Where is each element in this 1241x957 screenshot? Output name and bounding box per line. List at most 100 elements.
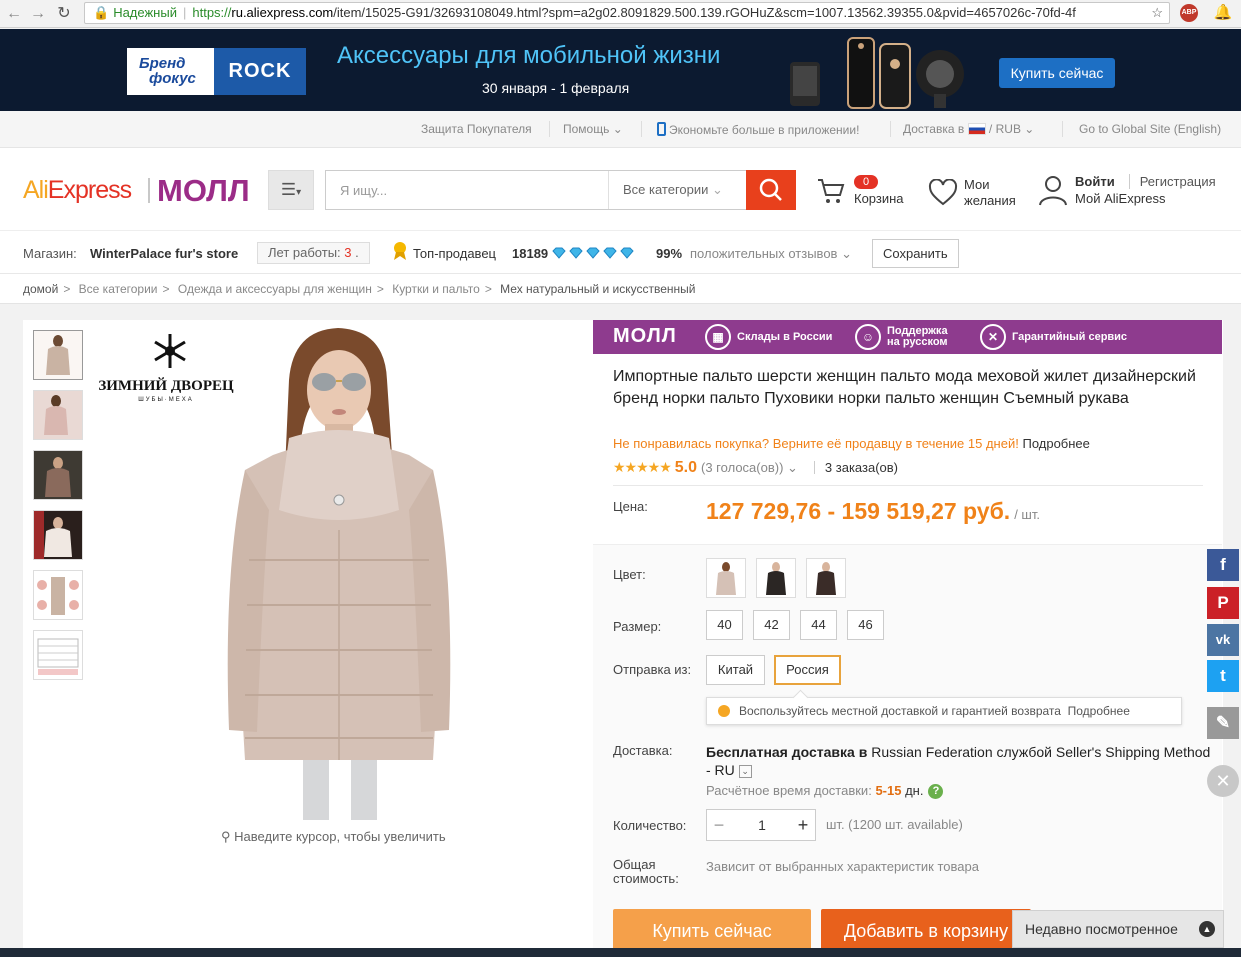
rating-stars: ★★★★★ <box>613 459 672 475</box>
notification-bell-icon[interactable]: 🔔 <box>1212 3 1234 25</box>
os-taskbar <box>0 948 1241 957</box>
reload-icon[interactable]: ↻ <box>54 4 74 24</box>
color-swatch[interactable] <box>756 558 796 598</box>
save-store-button[interactable]: Сохранить <box>872 239 959 268</box>
wishlist-link[interactable]: Мои желания <box>928 177 1028 212</box>
chevron-down-icon: ⌄ <box>712 182 723 197</box>
pencil-icon[interactable]: ✎ <box>1207 707 1239 739</box>
menu-icon: ☰ <box>280 180 297 199</box>
breadcrumb-item[interactable]: Куртки и пальто <box>392 282 480 296</box>
product-main-image[interactable]: ЗИМНИЙ ДВОРЕЦ ШУБЫ·МЕХА <box>93 320 593 820</box>
top-seller-label: Топ-продавец <box>413 246 496 261</box>
search-button[interactable] <box>746 170 796 210</box>
russia-flag-icon <box>967 123 986 135</box>
brand-focus-logo: Бренд фокус <box>139 55 196 87</box>
banner-title: Аксессуары для мобильной жизни <box>337 42 721 69</box>
ship-from-china[interactable]: Китай <box>706 655 765 685</box>
twitter-share-icon[interactable]: t <box>1207 660 1239 692</box>
gallery-thumbnail[interactable] <box>33 330 83 380</box>
size-option[interactable]: 40 <box>706 610 743 640</box>
options-panel: Цвет: Размер: 40 42 44 46 Отправка из: К… <box>593 544 1222 957</box>
size-option[interactable]: 44 <box>800 610 837 640</box>
help-icon[interactable]: ? <box>928 784 944 800</box>
minus-button[interactable]: − <box>707 810 731 840</box>
gallery-thumbnail[interactable] <box>33 570 83 620</box>
address-bar[interactable]: 🔒 Надежный | https://ru.aliexpress.com/item… <box>84 2 1170 24</box>
forward-icon[interactable]: → <box>28 4 48 24</box>
product-panel: ЗИМНИЙ ДВОРЕЦ ШУБЫ·МЕХА ⚲ Наведите курсо… <box>23 320 1223 957</box>
breadcrumb-item[interactable]: домой <box>23 282 58 296</box>
delivery-dropdown-icon[interactable]: ⌄ <box>738 764 752 778</box>
delivery-currency-menu[interactable]: Доставка в / RUB ⌄ <box>903 122 1034 136</box>
cart-icon <box>818 179 845 203</box>
app-link[interactable]: Экономьте больше в приложении! <box>657 122 859 137</box>
recently-viewed-tab[interactable]: Недавно посмотренное ▲ <box>1012 910 1224 948</box>
size-option[interactable]: 42 <box>753 610 790 640</box>
account-menu[interactable]: Войти Регистрация Мой AliExpress <box>1038 174 1238 208</box>
breadcrumb-item[interactable]: Все категории <box>79 282 158 296</box>
categories-menu-button[interactable]: ☰▾ <box>268 170 314 210</box>
price-value: 127 729,76 - 159 519,27 руб. / шт. <box>706 498 1040 524</box>
diamond-icon <box>569 247 583 259</box>
gallery-thumbnail[interactable] <box>33 510 83 560</box>
store-name-link[interactable]: WinterPalace fur's store <box>90 246 238 261</box>
store-label: Магазин: <box>23 246 77 261</box>
my-aliexpress-link[interactable]: Мой AliExpress <box>1075 191 1166 206</box>
breadcrumb-item[interactable]: Одежда и аксессуары для женщин <box>178 282 372 296</box>
cart-count-badge: 0 <box>854 175 878 189</box>
breadcrumb-item[interactable]: Мех натуральный и искусственный <box>500 282 695 296</box>
chevron-down-icon: ⌄ <box>612 122 623 136</box>
diamond-icon <box>552 247 566 259</box>
quantity-stepper: − 1 + <box>706 809 816 841</box>
orders-count: 3 заказа(ов) <box>824 460 898 475</box>
rock-logo: ROCK <box>214 48 306 95</box>
votes-link[interactable]: (3 голоса(ов)) ⌄ <box>701 460 798 475</box>
product-title: Импортные пальто шерсти женщин пальто мо… <box>613 368 1196 407</box>
cart-link[interactable]: 0 Корзина <box>816 175 916 210</box>
delivery-time: Расчётное время доставки: 5-15 дн.? <box>706 783 944 800</box>
search-category-select[interactable]: Все категории ⌄ <box>608 171 748 209</box>
quantity-input[interactable]: 1 <box>731 810 793 840</box>
search-input[interactable] <box>326 171 606 209</box>
store-years-badge: Лет работы: 3 . <box>257 242 370 264</box>
help-menu[interactable]: Помощь ⌄ <box>563 122 623 136</box>
promo-banner[interactable]: Бренд фокус ROCK Аксессуары для мобильной… <box>0 29 1241 111</box>
brand-subtitle: ШУБЫ·МЕХА <box>138 397 194 403</box>
pinterest-share-icon[interactable]: P <box>1207 587 1239 619</box>
back-icon[interactable]: ← <box>4 4 24 24</box>
brand-logos: Бренд фокус ROCK <box>127 48 306 95</box>
color-swatch[interactable] <box>706 558 746 598</box>
browser-toolbar: ← → ↻ 🔒 Надежный | https://ru.aliexpress.co… <box>0 0 1241 28</box>
aliexpress-logo[interactable]: AliExpress <box>23 176 132 205</box>
plus-button[interactable]: + <box>791 810 815 840</box>
bookmark-star-icon[interactable]: ☆ <box>1151 3 1163 23</box>
person-icon: ☺ <box>855 324 881 350</box>
buyer-protection-link[interactable]: Защита Покупателя <box>421 122 532 136</box>
adblock-icon[interactable]: ABP <box>1180 4 1198 22</box>
quantity-available: шт. (1200 шт. available) <box>826 817 963 832</box>
price-label: Цена: <box>613 499 648 514</box>
banner-buy-now-button[interactable]: Купить сейчас <box>999 58 1115 88</box>
total-value: Зависит от выбранных характеристик товар… <box>706 859 979 874</box>
user-icon <box>1039 176 1067 206</box>
ship-from-russia[interactable]: Россия <box>774 655 841 685</box>
gallery-thumbnail[interactable] <box>33 390 83 440</box>
positive-feedback-menu[interactable]: положительных отзывов ⌄ <box>690 246 852 262</box>
close-icon[interactable]: ✕ <box>1207 765 1239 797</box>
cart-label: Корзина <box>854 191 904 206</box>
return-more-link[interactable]: Подробнее <box>1022 436 1089 451</box>
delivery-info: Бесплатная доставка в Russian Federation… <box>706 744 1211 778</box>
register-link[interactable]: Регистрация <box>1128 174 1216 189</box>
facebook-share-icon[interactable]: f <box>1207 549 1239 581</box>
tools-icon: ✕ <box>980 324 1006 350</box>
gallery-thumbnail[interactable] <box>33 450 83 500</box>
vk-share-icon[interactable]: vk <box>1207 624 1239 656</box>
mall-logo[interactable]: МОЛЛ <box>157 173 250 209</box>
gallery-thumbnail[interactable] <box>33 630 83 680</box>
color-swatch[interactable] <box>806 558 846 598</box>
size-option[interactable]: 46 <box>847 610 884 640</box>
feature-warehouses: ▦ Склады в России <box>705 320 832 354</box>
signin-link[interactable]: Войти <box>1075 174 1115 189</box>
tip-more-link[interactable]: Подробнее <box>1068 704 1130 718</box>
global-site-link[interactable]: Go to Global Site (English) <box>1079 122 1221 136</box>
